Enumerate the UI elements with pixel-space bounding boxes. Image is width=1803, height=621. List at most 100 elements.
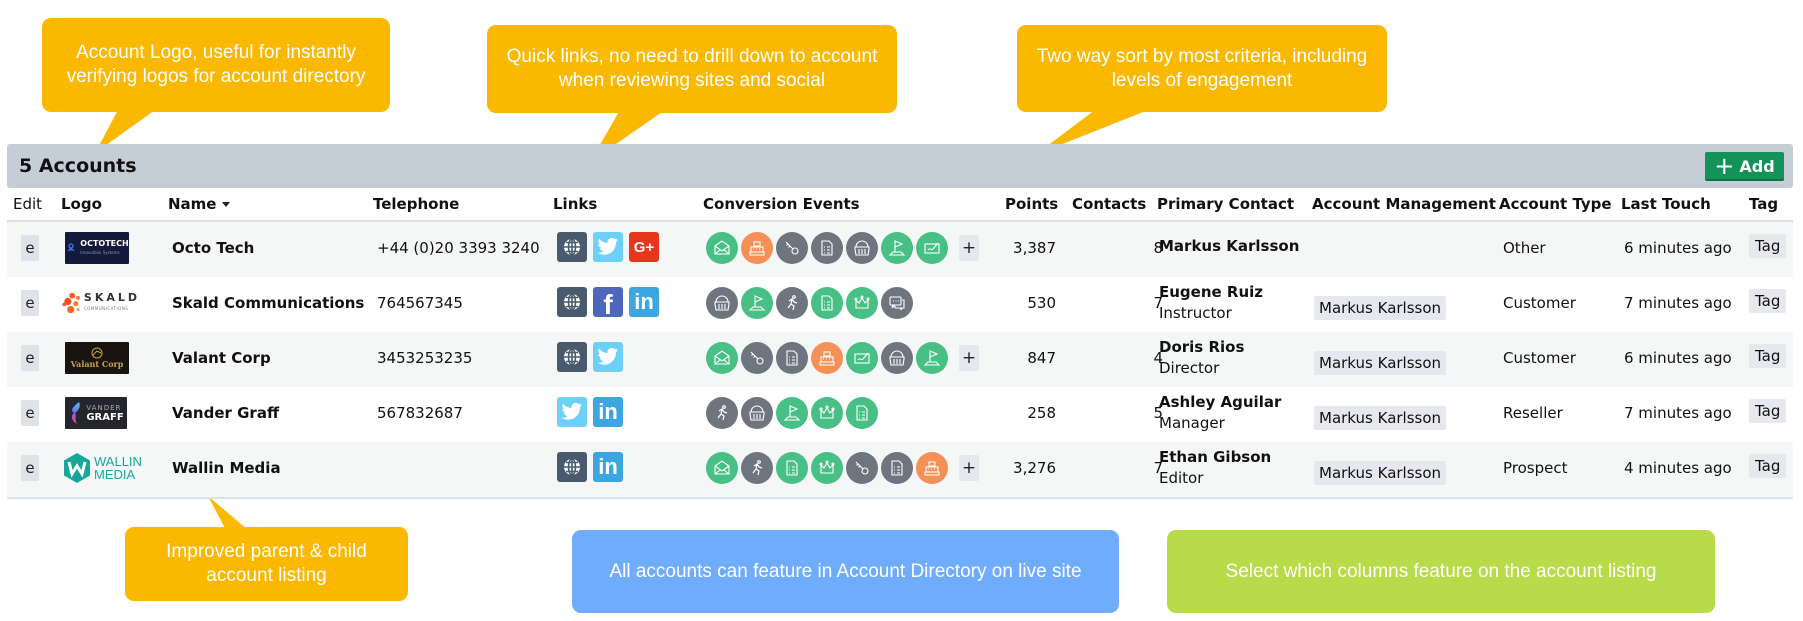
document-checklist-icon[interactable]: [811, 287, 843, 319]
primary-contact[interactable]: Markus Karlsson: [1159, 237, 1299, 255]
accounts-table-body: e OCTOTECH Innovation Systems Octo Tech …: [7, 222, 1793, 499]
cash-register-icon[interactable]: [811, 342, 843, 374]
cash-register-icon[interactable]: [741, 232, 773, 264]
primary-contact[interactable]: Doris Rios Director: [1159, 338, 1244, 377]
primary-contact-name: Doris Rios: [1159, 338, 1245, 356]
document-checklist-icon[interactable]: [881, 452, 913, 484]
tag-button[interactable]: Tag: [1749, 454, 1787, 478]
column-header-account-type[interactable]: Account Type: [1499, 195, 1612, 213]
account-manager-badge[interactable]: Markus Karlsson: [1314, 461, 1447, 485]
envelope-open-icon[interactable]: [706, 452, 738, 484]
logo-text: OCTOTECH: [80, 239, 129, 248]
key-icon[interactable]: [741, 342, 773, 374]
key-icon[interactable]: [846, 452, 878, 484]
primary-contact-title: Instructor: [1159, 304, 1232, 322]
document-checklist-icon[interactable]: [811, 232, 843, 264]
edit-button[interactable]: e: [21, 235, 39, 261]
chat-bubbles-icon[interactable]: [881, 287, 913, 319]
document-checklist-icon[interactable]: [846, 397, 878, 429]
envelope-open-icon[interactable]: [706, 342, 738, 374]
twitter-icon[interactable]: [593, 342, 623, 372]
key-icon[interactable]: [776, 232, 808, 264]
crown-icon[interactable]: [846, 287, 878, 319]
edit-button[interactable]: e: [21, 345, 39, 371]
account-name-link[interactable]: Vander Graff: [172, 404, 279, 422]
basket-icon[interactable]: [881, 342, 913, 374]
cash-register-icon[interactable]: [916, 452, 948, 484]
account-manager-badge[interactable]: Markus Karlsson: [1314, 351, 1447, 375]
callout-links: Quick links, no need to drill down to ac…: [487, 25, 897, 113]
flag-icon[interactable]: [916, 342, 948, 374]
account-manager-badge[interactable]: Markus Karlsson: [1314, 296, 1447, 320]
linkedin-icon[interactable]: in: [629, 287, 659, 317]
linkedin-icon[interactable]: in: [593, 452, 623, 482]
envelope-open-icon[interactable]: [706, 232, 738, 264]
signature-icon[interactable]: [846, 342, 878, 374]
quick-links: in: [557, 397, 623, 427]
column-header-name[interactable]: Name: [168, 195, 231, 213]
callout-logo: Account Logo, useful for instantly verif…: [42, 18, 390, 112]
account-name-link[interactable]: Skald Communications: [172, 294, 364, 312]
primary-contact[interactable]: Eugene Ruiz Instructor: [1159, 283, 1263, 322]
basket-icon[interactable]: [741, 397, 773, 429]
tag-button[interactable]: Tag: [1749, 234, 1787, 258]
tag-button[interactable]: Tag: [1749, 289, 1787, 313]
edit-button[interactable]: e: [21, 400, 39, 426]
primary-contact-title: Director: [1159, 359, 1220, 377]
google-plus-icon[interactable]: G+: [629, 232, 659, 262]
globe-icon[interactable]: [557, 452, 587, 482]
twitter-icon[interactable]: [557, 397, 587, 427]
points-value: 258: [1027, 404, 1056, 422]
linkedin-icon[interactable]: in: [593, 397, 623, 427]
edit-button[interactable]: e: [21, 290, 39, 316]
twitter-icon[interactable]: [593, 232, 623, 262]
add-account-button[interactable]: + Add: [1705, 152, 1784, 181]
octopus-icon: [67, 243, 75, 252]
quick-links: [557, 342, 623, 372]
signature-icon[interactable]: [916, 232, 948, 264]
document-checklist-icon[interactable]: [776, 342, 808, 374]
account-name-link[interactable]: Valant Corp: [172, 349, 271, 367]
flag-icon[interactable]: [881, 232, 913, 264]
account-name-link[interactable]: Octo Tech: [172, 239, 254, 257]
tag-button[interactable]: Tag: [1749, 344, 1787, 368]
basket-icon[interactable]: [846, 232, 878, 264]
more-events-button[interactable]: +: [959, 345, 979, 371]
document-checklist-icon[interactable]: [776, 452, 808, 484]
column-header-logo: Logo: [61, 195, 102, 213]
column-header-telephone[interactable]: Telephone: [373, 195, 459, 213]
telephone: 764567345: [377, 294, 463, 312]
crown-icon[interactable]: [811, 397, 843, 429]
running-person-icon[interactable]: [706, 397, 738, 429]
column-header-contacts[interactable]: Contacts: [1072, 195, 1146, 213]
flag-icon[interactable]: [776, 397, 808, 429]
basket-icon[interactable]: [706, 287, 738, 319]
primary-contact-name: Ethan Gibson: [1159, 448, 1272, 466]
account-name-link[interactable]: Wallin Media: [172, 459, 281, 477]
quick-links: G+: [557, 232, 659, 262]
running-person-icon[interactable]: [741, 452, 773, 484]
logo-text: SKALD: [83, 291, 140, 304]
crown-icon[interactable]: [811, 452, 843, 484]
tag-button[interactable]: Tag: [1749, 399, 1787, 423]
globe-icon[interactable]: [557, 287, 587, 317]
primary-contact-name: Eugene Ruiz: [1159, 283, 1264, 301]
globe-icon[interactable]: [557, 342, 587, 372]
account-manager-badge[interactable]: Markus Karlsson: [1314, 406, 1447, 430]
column-header-points[interactable]: Points: [1005, 195, 1058, 213]
flag-icon[interactable]: [741, 287, 773, 319]
more-events-button[interactable]: +: [959, 235, 979, 261]
points-value: 530: [1027, 294, 1056, 312]
running-person-icon[interactable]: [776, 287, 808, 319]
column-header-primary-contact[interactable]: Primary Contact: [1157, 195, 1294, 213]
column-header-account-management[interactable]: Account Management: [1312, 195, 1496, 213]
table-row: e SKALD COMMUNICATIONS Skald Communicati…: [7, 277, 1793, 332]
globe-icon[interactable]: [557, 232, 587, 262]
column-header-last-touch[interactable]: Last Touch: [1621, 195, 1711, 213]
edit-button[interactable]: e: [21, 455, 39, 481]
primary-contact-name: Markus Karlsson: [1159, 237, 1300, 255]
primary-contact[interactable]: Ethan Gibson Editor: [1159, 448, 1271, 487]
facebook-icon[interactable]: f: [593, 287, 623, 320]
primary-contact[interactable]: Ashley Aguilar Manager: [1159, 393, 1281, 432]
more-events-button[interactable]: +: [959, 455, 979, 481]
